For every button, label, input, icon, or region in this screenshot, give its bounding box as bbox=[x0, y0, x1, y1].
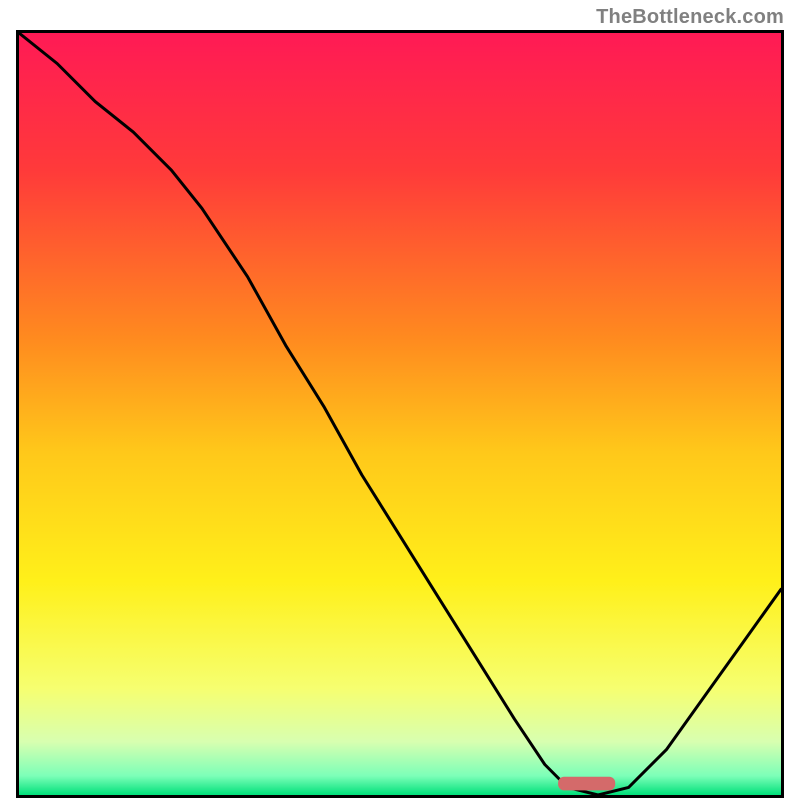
chart-marker bbox=[558, 777, 615, 791]
chart-svg bbox=[19, 33, 781, 795]
chart-plot-area bbox=[19, 33, 781, 795]
chart-background-gradient bbox=[19, 33, 781, 795]
watermark-text: TheBottleneck.com bbox=[596, 6, 784, 29]
chart-frame bbox=[16, 30, 784, 798]
